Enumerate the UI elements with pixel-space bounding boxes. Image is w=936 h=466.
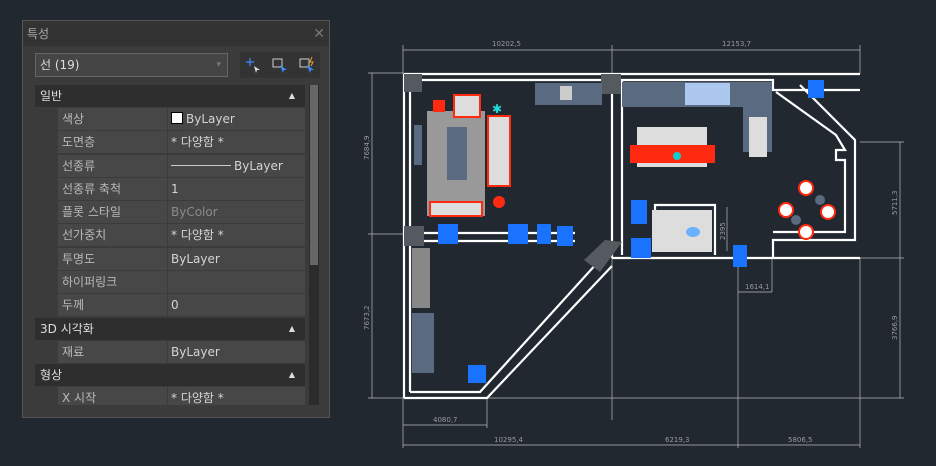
property-row-layer[interactable]: 도면층 * 다양함 * [58, 131, 305, 154]
property-key: 두께 [58, 294, 167, 317]
selection-dropdown[interactable]: 선 (19) ▾ [35, 53, 228, 77]
collapse-icon[interactable]: ▲ [289, 85, 295, 107]
property-row-linetype[interactable]: 선종류 ByLayer [58, 154, 305, 177]
property-key: 재료 [58, 340, 167, 363]
close-icon[interactable]: ✕ [313, 26, 325, 42]
dim-bottom-mid: 6219,3 [665, 436, 690, 444]
property-key: 선종류 [58, 154, 167, 177]
property-row-thickness[interactable]: 두께 0 [58, 294, 305, 317]
dim-top-right: 12153,7 [722, 40, 751, 48]
property-row-color[interactable]: 색상 ByLayer [58, 108, 305, 130]
property-row-hyperlink[interactable]: 하이퍼링크 [58, 271, 305, 294]
linetype-preview [171, 164, 231, 166]
dim-left-bottom: 7673,2 [363, 306, 371, 331]
property-row-plot-style[interactable]: 플롯 스타일 ByColor [58, 201, 305, 224]
property-value: 0 [168, 294, 305, 317]
collapse-icon[interactable]: ▲ [289, 364, 295, 386]
property-value: * 다양함 * [168, 224, 305, 247]
section-general[interactable]: 일반 ▲ [35, 85, 305, 107]
property-value: ByLayer [168, 340, 305, 363]
property-value: 1 [168, 177, 305, 200]
property-key: 투명도 [58, 247, 167, 270]
section-label: 3D 시각화 [40, 321, 94, 336]
property-value: ByColor [168, 201, 305, 224]
panel-titlebar[interactable]: 특성 ✕ [23, 21, 329, 46]
section-geometry[interactable]: 형상 ▲ [35, 363, 305, 386]
panel-title: 특성 [27, 27, 50, 41]
property-key: 하이퍼링크 [58, 271, 167, 294]
dim-inner-h: 1614,1 [745, 283, 770, 291]
property-row-material[interactable]: 재료 ByLayer [58, 340, 305, 363]
section-label: 일반 [40, 89, 63, 103]
dim-bottom-right: 5806,5 [788, 436, 813, 444]
select-objects-icon[interactable] [270, 56, 290, 74]
dim-inner-v: 2395 [719, 222, 727, 240]
property-value: * 다양함 * [168, 131, 305, 154]
section-label: 형상 [40, 367, 63, 382]
property-key: 선종류 축척 [58, 177, 167, 200]
dim-bottom-small: 4080,7 [433, 416, 458, 424]
property-row-transparency[interactable]: 투명도 ByLayer [58, 247, 305, 270]
furniture: ✱ ✱ [412, 82, 836, 373]
dim-left-top: 7684,9 [363, 136, 371, 161]
chevron-down-icon: ▾ [216, 60, 221, 70]
property-key: 색상 [58, 108, 167, 130]
dim-top-left: 10202,5 [492, 40, 521, 48]
scrollbar-thumb[interactable] [310, 85, 318, 265]
scrollbar[interactable] [309, 85, 319, 405]
property-key: 플롯 스타일 [58, 201, 167, 224]
color-swatch [171, 112, 183, 124]
property-row-lineweight[interactable]: 선가중치 * 다양함 * [58, 224, 305, 247]
property-key: 도면층 [58, 131, 167, 154]
property-row-start-x[interactable]: X 시작 * 다양함 * [58, 386, 305, 405]
quick-select-icon[interactable] [297, 56, 317, 74]
dim-right-bottom: 3766,9 [891, 316, 899, 341]
dim-bottom-left: 10295,4 [494, 436, 523, 444]
selection-value: 선 (19) [40, 58, 80, 72]
property-value: ByLayer [168, 247, 305, 270]
property-key: X 시작 [58, 386, 167, 405]
section-3d-visualization[interactable]: 3D 시각화 ▲ [35, 317, 305, 340]
toggle-pickadd-icon[interactable] [243, 56, 263, 74]
property-value [168, 271, 305, 294]
plant-icon: ✱ [492, 102, 502, 116]
property-grid: 일반 ▲ 색상 ByLayer 도면층 * 다양함 * 선종류 ByLayer 선종류 … [35, 85, 305, 405]
dim-right-top: 5711,3 [891, 191, 899, 216]
property-value: ByLayer [186, 112, 235, 126]
property-value: * 다양함 * [168, 386, 305, 405]
properties-panel: 특성 ✕ 선 (19) ▾ 일반 ▲ 색상 ByLayer 도면층 * 다양함 * 선… [22, 20, 330, 418]
property-row-linetype-scale[interactable]: 선종류 축척 1 [58, 177, 305, 200]
property-key: 선가중치 [58, 224, 167, 247]
collapse-icon[interactable]: ▲ [289, 318, 295, 340]
property-value: ByLayer [234, 158, 283, 173]
